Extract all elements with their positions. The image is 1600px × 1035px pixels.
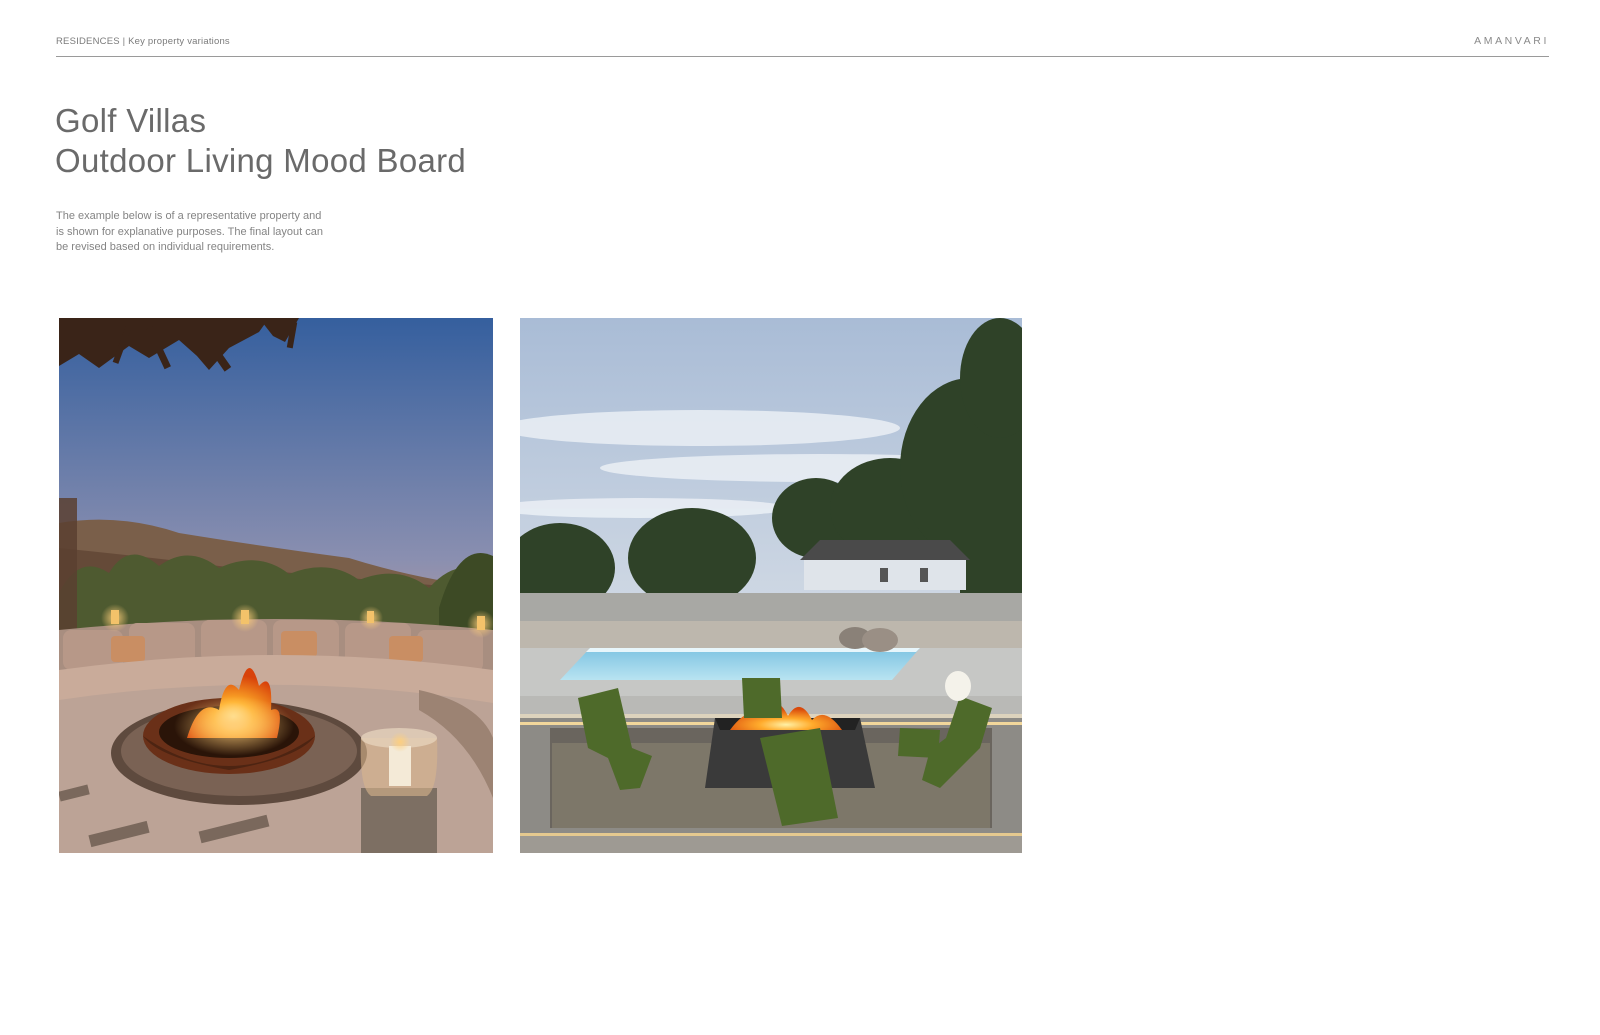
section-label: RESIDENCES	[56, 36, 120, 47]
swimming-pool	[560, 648, 920, 680]
description-line-2: is shown for explanative purposes. The f…	[56, 225, 324, 238]
page-title: Golf Villas Outdoor Living Mood Board	[55, 101, 466, 181]
description-line-3: be revised based on individual requireme…	[56, 241, 275, 253]
description-line-1: The example below is of a representative…	[56, 210, 322, 222]
photo-desert-firepit	[59, 318, 493, 853]
breadcrumb: RESIDENCES | Key property variations	[56, 36, 230, 47]
brand-logo: AMANVARI	[1474, 35, 1549, 47]
title-line-2: Outdoor Living Mood Board	[55, 142, 467, 179]
breadcrumb-separator: |	[122, 36, 126, 47]
section-subtitle: Key property variations	[128, 36, 230, 47]
desert-firepit-illustration	[59, 318, 493, 853]
pool-firepit-illustration	[520, 318, 1022, 853]
description: The example below is of a representative…	[56, 209, 366, 256]
page-header: RESIDENCES | Key property variations AMA…	[56, 32, 1549, 57]
photo-pool-firepit	[520, 318, 1022, 853]
title-line-1: Golf Villas	[55, 102, 207, 139]
